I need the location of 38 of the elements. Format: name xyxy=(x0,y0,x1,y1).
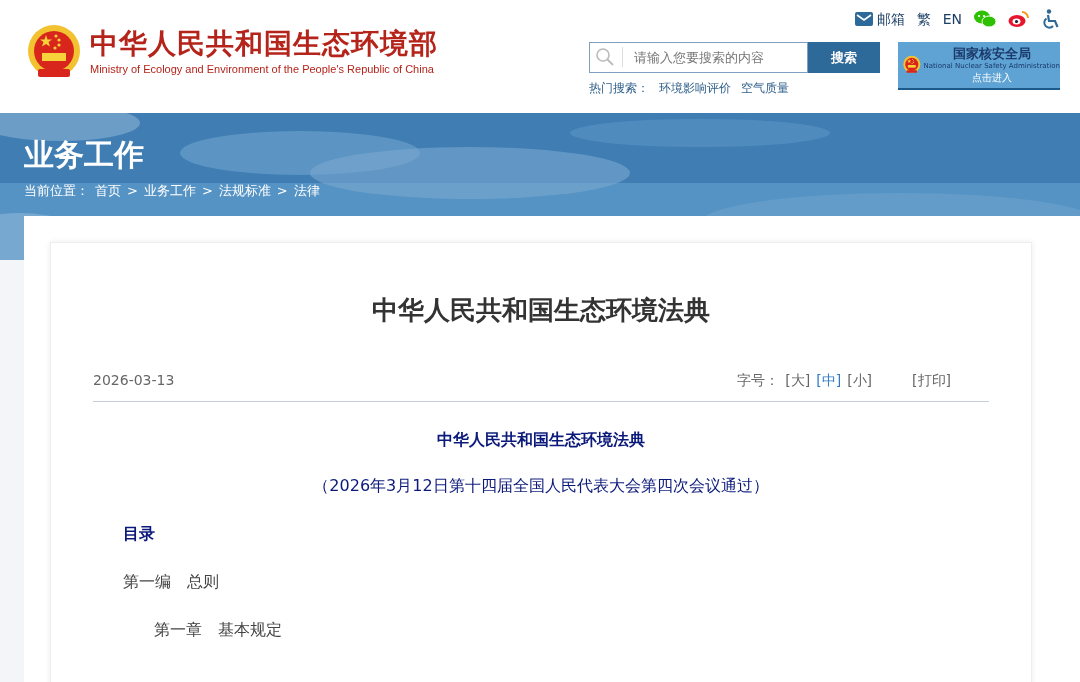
language-link[interactable]: EN xyxy=(942,8,962,30)
adoption-note: （2026年3月12日第十四届全国人民代表大会第四次会议通过） xyxy=(312,475,770,497)
hot-search-link[interactable]: 环境影响评价 xyxy=(659,79,731,97)
article-title: 中华人民共和国生态环境法典 xyxy=(371,294,711,327)
accessibility-icon[interactable] xyxy=(1042,9,1060,29)
search-button[interactable]: 搜索 xyxy=(808,42,880,73)
breadcrumb-link[interactable]: 法规标准 xyxy=(218,181,271,201)
breadcrumb-label: 当前位置： xyxy=(24,182,89,200)
wechat-icon[interactable] xyxy=(974,10,996,28)
publish-date: 2026-03-13 xyxy=(93,371,175,390)
nnsa-action: 点击进入 xyxy=(971,71,1012,84)
breadcrumb-separator: > xyxy=(127,182,138,200)
font-size-option[interactable]: [大] xyxy=(785,370,811,391)
toc-entry[interactable]: 第一章 基本规定 xyxy=(93,618,989,642)
mail-link[interactable]: 邮箱 xyxy=(854,8,905,30)
hot-search-label: 热门搜索： xyxy=(589,80,649,97)
toc-entry[interactable]: 第一编 总则 xyxy=(93,570,989,594)
language-link[interactable]: 繁 xyxy=(916,8,931,30)
font-size-option[interactable]: [小] xyxy=(847,370,873,391)
hot-search-link[interactable]: 空气质量 xyxy=(741,79,789,97)
ministry-title: 中华人民共和国生态环境部 xyxy=(90,27,438,62)
nnsa-title: 国家核安全局 xyxy=(952,46,1031,62)
font-size-label: 字号： xyxy=(737,371,780,390)
toc-heading: 目录 xyxy=(122,523,156,545)
ministry-subtitle: Ministry of Ecology and Environment of the People's Republic of China xyxy=(90,62,435,78)
search-field[interactable]: 请输入您要搜索的内容 xyxy=(589,42,808,73)
breadcrumb-separator: > xyxy=(201,182,213,200)
law-heading: 中华人民共和国生态环境法典 xyxy=(436,429,646,451)
breadcrumb-separator: > xyxy=(276,182,288,200)
weibo-icon[interactable] xyxy=(1008,10,1030,28)
envelope-icon xyxy=(854,12,873,26)
breadcrumb-link[interactable]: 首页 xyxy=(95,181,121,201)
search-icon xyxy=(595,47,615,67)
font-size-option[interactable]: [中] xyxy=(816,370,842,391)
section-title: 业务工作 xyxy=(24,136,145,174)
breadcrumb-link[interactable]: 法律 xyxy=(293,181,320,201)
print-link[interactable]: [打印] xyxy=(912,370,951,391)
breadcrumb-link[interactable]: 业务工作 xyxy=(143,181,196,201)
